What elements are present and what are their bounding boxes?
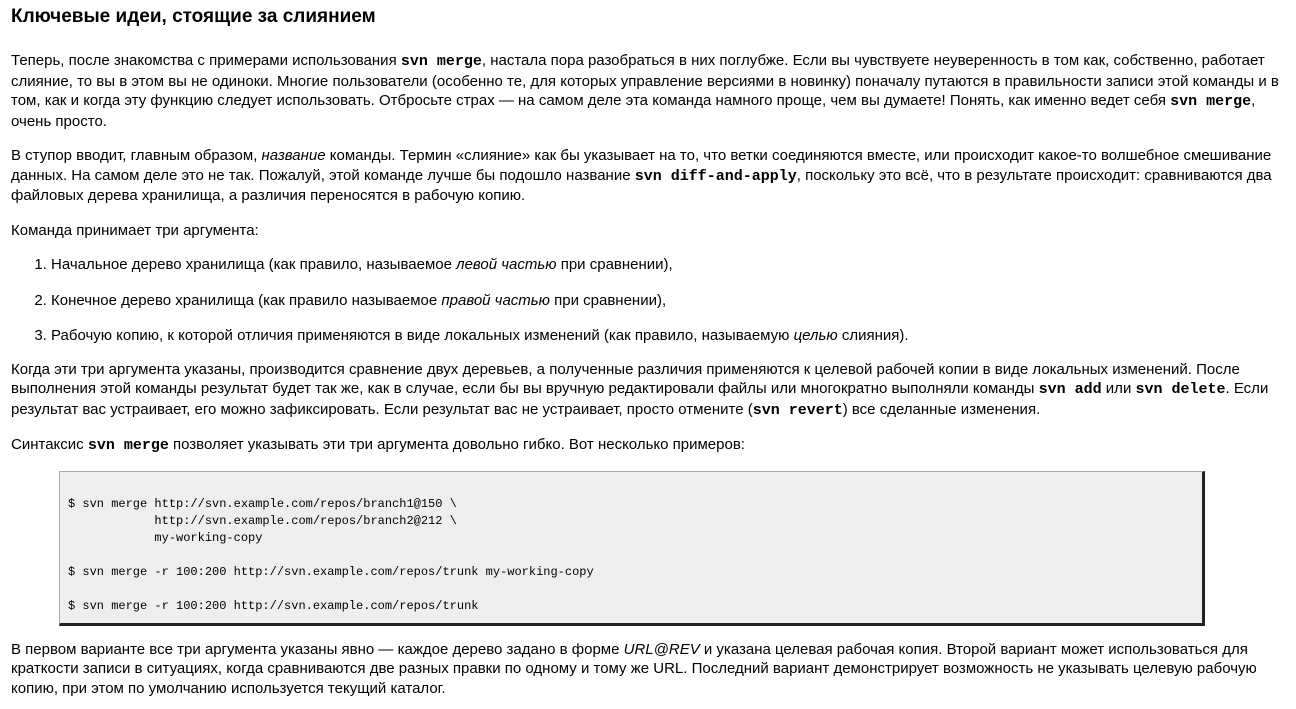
paragraph-arguments: Команда принимает три аргумента: <box>11 221 259 239</box>
text: или <box>1101 380 1136 397</box>
emphasis: левой частью <box>456 256 557 273</box>
text: Конечное дерево хранилища (как правило н… <box>51 291 442 309</box>
emphasis: целью <box>793 327 838 344</box>
paragraph-name: В ступор вводит, главным образом, назван… <box>11 146 1286 206</box>
text: Теперь, после знакомства с примерами исп… <box>11 52 401 69</box>
section-title: Ключевые идеи, стоящие за слиянием <box>11 6 376 27</box>
arguments-list: Начальное дерево хранилища (как правило,… <box>11 255 1286 346</box>
paragraph-intro: Теперь, после знакомства с примерами исп… <box>11 51 1286 131</box>
command-svn-merge: svn merge <box>87 437 169 454</box>
text: Синтаксис <box>11 436 88 453</box>
emphasis: название <box>261 147 326 164</box>
text: при сравнении), <box>549 291 667 309</box>
list-item: Конечное дерево хранилища (как правило н… <box>51 291 1286 311</box>
command-svn-merge: svn merge <box>400 53 482 70</box>
emphasis: правой частью <box>441 291 550 309</box>
command-svn-diff-and-apply: svn diff-and-apply <box>634 167 797 185</box>
paragraph-result: Когда эти три аргумента указаны, произво… <box>11 360 1286 421</box>
text: при сравнении), <box>556 256 673 273</box>
paragraph-syntax: Синтаксис svn merge позволяет указывать … <box>11 435 1286 456</box>
code-example-block: $ svn merge http://svn.example.com/repos… <box>59 470 1205 626</box>
text: В первом варианте все три аргумента указ… <box>11 640 624 658</box>
command-svn-add: svn add <box>1038 381 1102 398</box>
document-page: Ключевые идеи, стоящие за слиянием Тепер… <box>0 0 1296 698</box>
command-svn-delete: svn delete <box>1135 381 1226 398</box>
list-item: Рабочую копию, к которой отличия применя… <box>51 326 1286 346</box>
command-svn-revert: svn revert <box>752 401 843 419</box>
text: ) все сделанные изменения. <box>842 400 1041 418</box>
text: слияния). <box>837 327 909 344</box>
text: Начальное дерево хранилища (как правило,… <box>51 256 457 273</box>
list-item: Начальное дерево хранилища (как правило,… <box>51 255 1286 275</box>
paragraph-explanation: В первом варианте все три аргумента указ… <box>11 640 1286 699</box>
text: В ступор вводит, главным образом, <box>11 147 262 164</box>
text: Рабочую копию, к которой отличия применя… <box>51 327 794 344</box>
emphasis: URL@REV <box>623 640 700 658</box>
text: позволяет указывать эти три аргумента до… <box>168 436 745 453</box>
command-svn-merge: svn merge <box>1170 93 1252 110</box>
